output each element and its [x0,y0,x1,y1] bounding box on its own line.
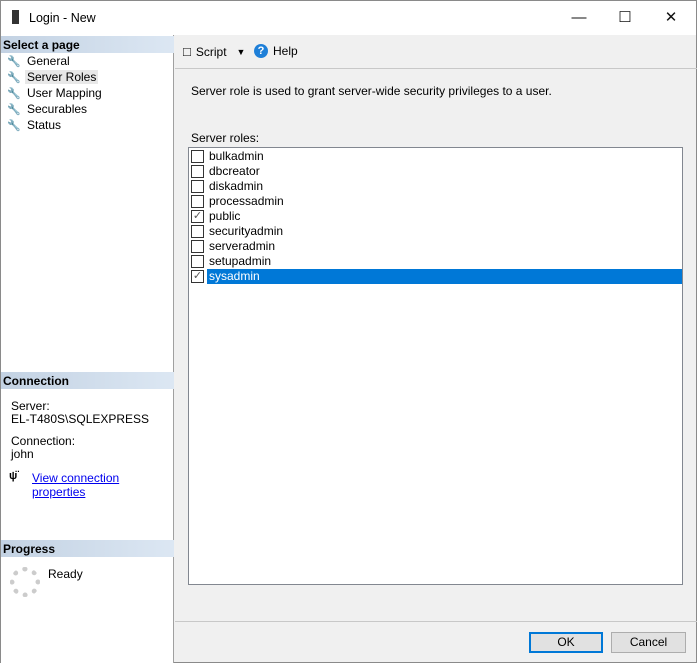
title-bar: Login - New — ☐ ✕ [1,1,696,35]
view-connection-properties-link[interactable]: View connection properties [32,471,173,499]
page-item-general[interactable]: 🔧 General [7,53,72,69]
server-value: EL-T480S\SQLEXPRESS [11,412,150,426]
role-item-sysadmin[interactable]: ✓ sysadmin [191,269,682,284]
server-icon [12,10,19,24]
role-item-diskadmin[interactable]: diskadmin [191,179,682,194]
role-checkbox[interactable] [191,240,204,253]
role-item-securityadmin[interactable]: securityadmin [191,224,682,239]
wrench-icon: 🔧 [7,119,21,132]
role-checkbox[interactable] [191,195,204,208]
toolbar: □ Script ▼ ? Help [175,35,697,69]
role-checkbox[interactable]: ✓ [191,210,204,223]
server-roles-label: Server roles: [191,131,260,145]
progress-spinner-icon [10,567,40,597]
cancel-button[interactable]: Cancel [611,632,686,653]
description: Server role is used to grant server-wide… [191,84,552,98]
script-icon: □ [183,44,191,59]
role-item-public[interactable]: ✓ public [191,209,682,224]
window-title: Login - New [29,11,96,25]
wrench-icon: 🔧 [7,55,21,68]
server-roles-list[interactable]: bulkadmin dbcreator diskadmin processadmin ✓… [188,147,683,585]
connection-plug-icon: ψ̈ [9,470,18,482]
role-item-serveradmin[interactable]: serveradmin [191,239,682,254]
connection-header: Connection [1,372,174,389]
page-item-securables[interactable]: 🔧 Securables [7,101,89,117]
server-label: Server: [11,399,50,413]
role-item-bulkadmin[interactable]: bulkadmin [191,149,682,164]
minimize-button[interactable]: — [556,1,602,35]
page-item-server-roles[interactable]: 🔧 Server Roles [7,69,99,85]
close-button[interactable]: ✕ [648,1,694,35]
role-checkbox[interactable] [191,180,204,193]
wrench-icon: 🔧 [7,87,21,100]
script-button[interactable]: □ Script ▼ [183,44,245,59]
role-checkbox[interactable] [191,165,204,178]
help-icon: ? [254,44,268,58]
role-item-processadmin[interactable]: processadmin [191,194,682,209]
wrench-icon: 🔧 [7,103,21,116]
progress-status: Ready [48,567,83,581]
connection-value: john [11,447,34,461]
role-checkbox[interactable] [191,255,204,268]
ok-button[interactable]: OK [529,632,603,653]
progress-header: Progress [1,540,174,557]
maximize-button[interactable]: ☐ [602,1,648,35]
page-item-status[interactable]: 🔧 Status [7,117,63,133]
help-button[interactable]: ? Help [254,44,298,58]
wrench-icon: 🔧 [7,71,21,84]
connection-label: Connection: [11,434,76,448]
page-item-user-mapping[interactable]: 🔧 User Mapping [7,85,104,101]
login-dialog: Login - New — ☐ ✕ Select a page 🔧 General… [0,0,697,663]
role-checkbox[interactable] [191,225,204,238]
role-item-setupadmin[interactable]: setupadmin [191,254,682,269]
role-item-dbcreator[interactable]: dbcreator [191,164,682,179]
role-checkbox[interactable]: ✓ [191,270,204,283]
select-page-header: Select a page [1,36,174,53]
chevron-down-icon[interactable]: ▼ [237,47,246,57]
role-checkbox[interactable] [191,150,204,163]
